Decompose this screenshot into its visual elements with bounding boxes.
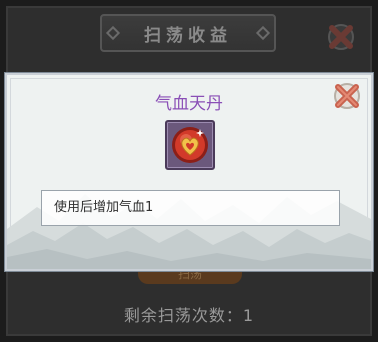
item-name: 气血天丹: [155, 94, 223, 114]
close-icon: [334, 83, 360, 109]
remaining-sweeps-label: 剩余扫荡次数：1: [123, 306, 255, 325]
popup-close-button[interactable]: [330, 79, 364, 113]
panel-close-button[interactable]: [324, 20, 358, 54]
sweep-rewards-title-plate: 扫荡收益: [100, 14, 276, 52]
item-description: 使用后增加气血1: [41, 190, 340, 226]
close-icon: [328, 24, 354, 50]
qixue-tiandan-pill-icon: [172, 127, 208, 163]
sweep-rewards-title: 扫荡收益: [144, 25, 232, 46]
item-detail-popup: 气血天丹 使用后增加气血1: [5, 73, 373, 271]
item-icon-slot: [165, 120, 215, 170]
